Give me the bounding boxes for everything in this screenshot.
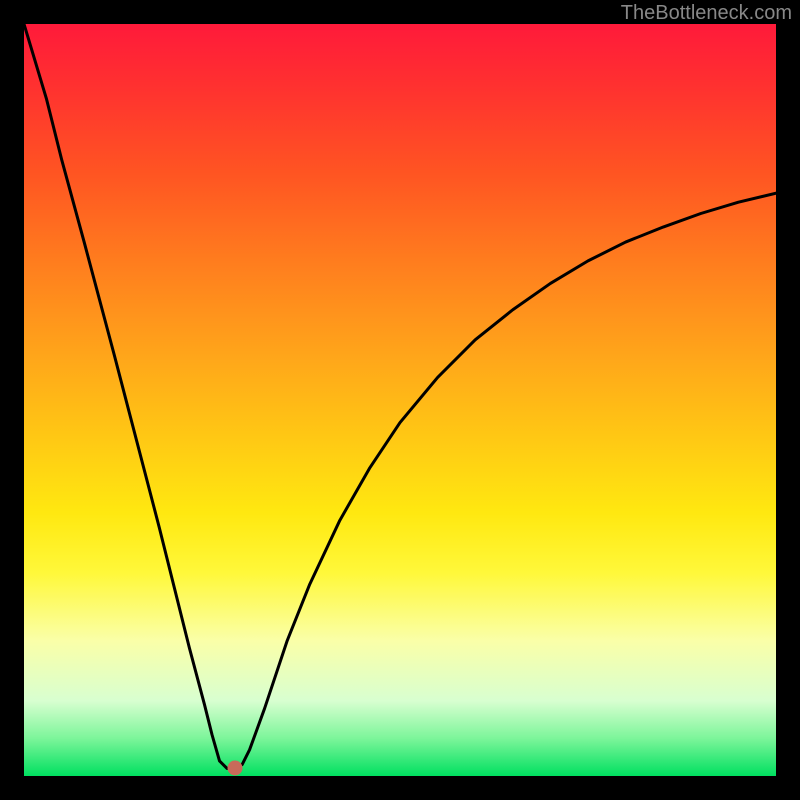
watermark-text: TheBottleneck.com bbox=[621, 2, 792, 25]
bottleneck-curve bbox=[24, 24, 776, 776]
minimum-marker bbox=[227, 761, 242, 776]
plot-area bbox=[24, 24, 776, 776]
